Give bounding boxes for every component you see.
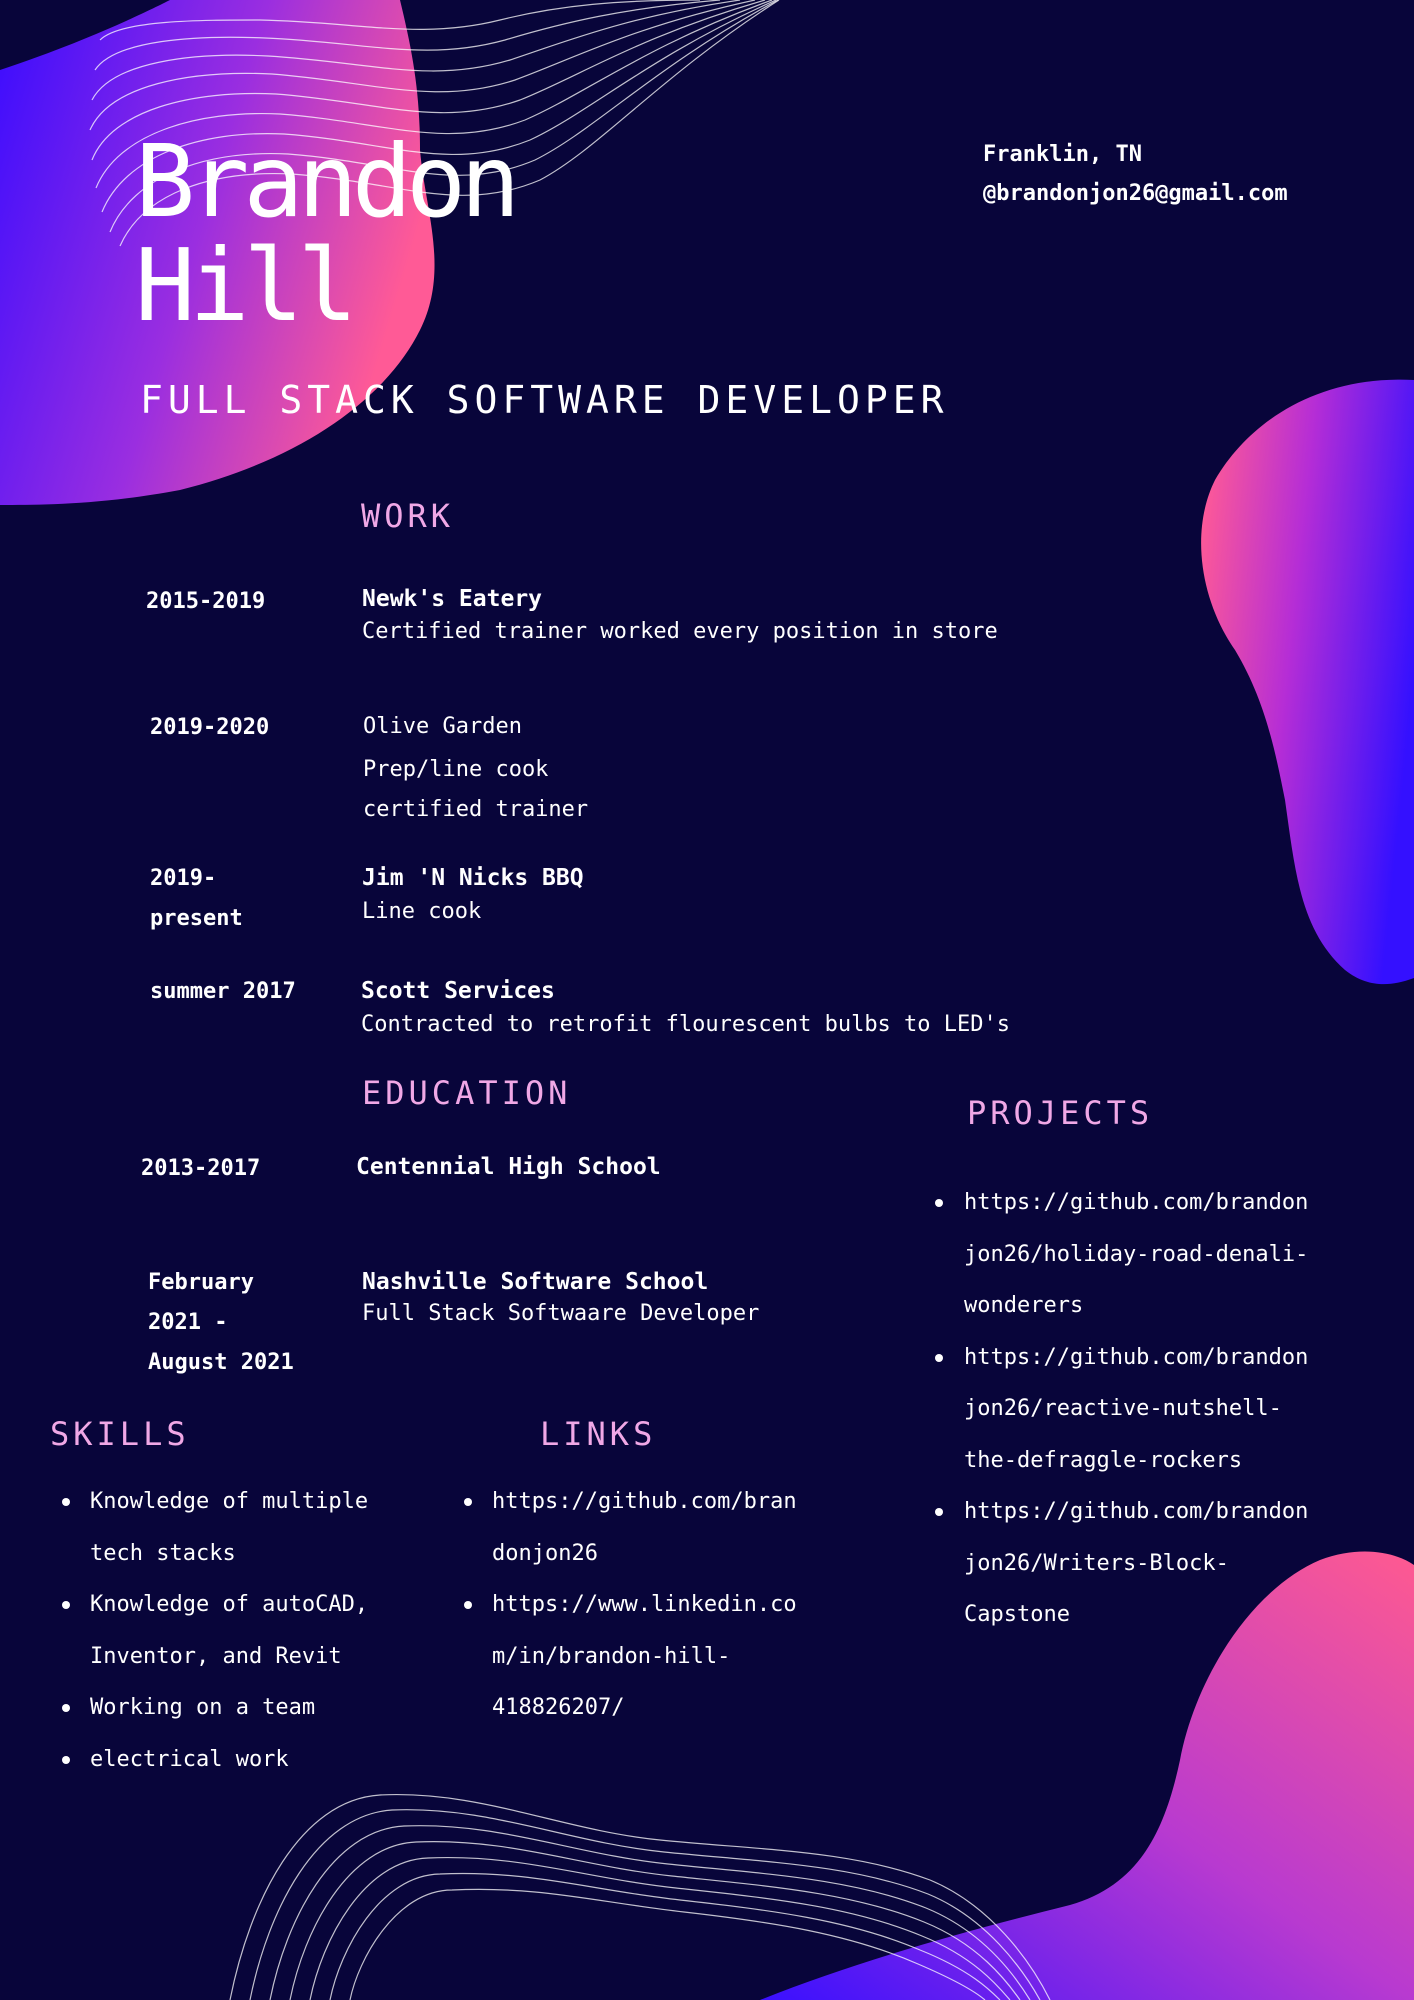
projects-list: https://github.com/brandon jon26/holiday… (934, 1177, 1309, 1641)
project-item[interactable]: https://github.com/brandon jon26/holiday… (934, 1177, 1309, 1332)
links-heading: LINKS (540, 1415, 657, 1453)
links-list: https://github.com/bran donjon26 https:/… (464, 1476, 797, 1734)
work-heading: WORK (361, 497, 455, 535)
project-2-line-3: the-defraggle-rockers (964, 1447, 1243, 1473)
link-1-line-1: https://github.com/bran (492, 1489, 797, 1514)
skill-item: Working on a team (61, 1682, 368, 1734)
first-name: Brandon (135, 123, 520, 240)
skill-4-line-1: electrical work (90, 1746, 289, 1772)
work-desc-1: Certified trainer worked every position … (362, 619, 998, 644)
project-item[interactable]: https://github.com/brandon jon26/reactiv… (934, 1332, 1309, 1487)
project-3-line-1: https://github.com/brandon (964, 1499, 1309, 1524)
skills-heading: SKILLS (50, 1415, 190, 1453)
work-date-3a: 2019- (150, 866, 217, 891)
work-employer-3: Jim 'N Nicks BBQ (362, 865, 584, 891)
link-1-line-2: donjon26 (492, 1540, 598, 1566)
education-date-2a: February (148, 1270, 254, 1295)
education-date-2b: 2021 - (148, 1310, 228, 1335)
work-date-4: summer 2017 (150, 979, 296, 1004)
work-date-3b: present (150, 906, 243, 931)
work-desc-3: Line cook (362, 899, 482, 924)
skill-1-line-1: Knowledge of multiple (90, 1489, 369, 1514)
link-2-line-3: 418826207/ (492, 1695, 625, 1720)
link-item-linkedin[interactable]: https://www.linkedin.co m/in/brandon-hil… (464, 1579, 797, 1734)
work-desc-2b: certified trainer (363, 797, 589, 822)
project-2-line-2: jon26/reactive-nutshell- (964, 1396, 1282, 1421)
education-school-2: Nashville Software School (362, 1269, 709, 1295)
skill-2-line-2: Inventor, and Revit (90, 1643, 342, 1669)
resume-page: Brandon Hill FULL STACK SOFTWARE DEVELOP… (0, 0, 1414, 2000)
project-3-line-3: Capstone (964, 1602, 1070, 1627)
skill-2-line-1: Knowledge of autoCAD, (90, 1592, 369, 1617)
work-employer-4: Scott Services (361, 978, 555, 1004)
work-employer-1: Newk's Eatery (362, 586, 543, 612)
location: Franklin, TN (983, 142, 1142, 167)
work-desc-4: Contracted to retrofit flourescent bulbs… (361, 1012, 1011, 1037)
work-employer-2: Olive Garden (363, 714, 522, 739)
projects-heading: PROJECTS (967, 1094, 1154, 1132)
right-blob (1201, 379, 1414, 985)
skills-list: Knowledge of multiple tech stacks Knowle… (61, 1476, 369, 1786)
work-date-1: 2015-2019 (146, 589, 266, 614)
skill-item: Knowledge of autoCAD, Inventor, and Revi… (61, 1579, 369, 1682)
job-title: FULL STACK SOFTWARE DEVELOPER (140, 378, 949, 422)
last-name: Hill (135, 227, 358, 344)
project-item[interactable]: https://github.com/brandon jon26/Writers… (934, 1486, 1309, 1641)
project-3-line-2: jon26/Writers-Block- (964, 1550, 1229, 1576)
project-1-line-3: wonderers (964, 1293, 1084, 1318)
link-item-github[interactable]: https://github.com/bran donjon26 (464, 1476, 797, 1579)
skill-item: Knowledge of multiple tech stacks (61, 1476, 369, 1579)
education-school-1: Centennial High School (356, 1154, 661, 1180)
work-desc-2a: Prep/line cook (363, 757, 549, 782)
skill-1-line-2: tech stacks (90, 1540, 236, 1566)
education-date-2c: August 2021 (148, 1350, 294, 1375)
project-2-line-1: https://github.com/brandon (964, 1344, 1309, 1370)
project-1-line-2: jon26/holiday-road-denali- (964, 1241, 1309, 1267)
email: @brandonjon26@gmail.com (983, 181, 1288, 206)
work-date-2: 2019-2020 (150, 715, 270, 740)
education-date-1: 2013-2017 (141, 1156, 261, 1181)
link-2-line-1: https://www.linkedin.co (492, 1592, 797, 1617)
skill-item: electrical work (61, 1734, 368, 1786)
skill-3-line-1: Working on a team (90, 1695, 316, 1720)
education-heading: EDUCATION (362, 1074, 572, 1112)
project-1-line-1: https://github.com/brandon (964, 1190, 1309, 1215)
link-2-line-2: m/in/brandon-hill- (492, 1643, 731, 1669)
education-program-2: Full Stack Softwaare Developer (362, 1301, 760, 1326)
